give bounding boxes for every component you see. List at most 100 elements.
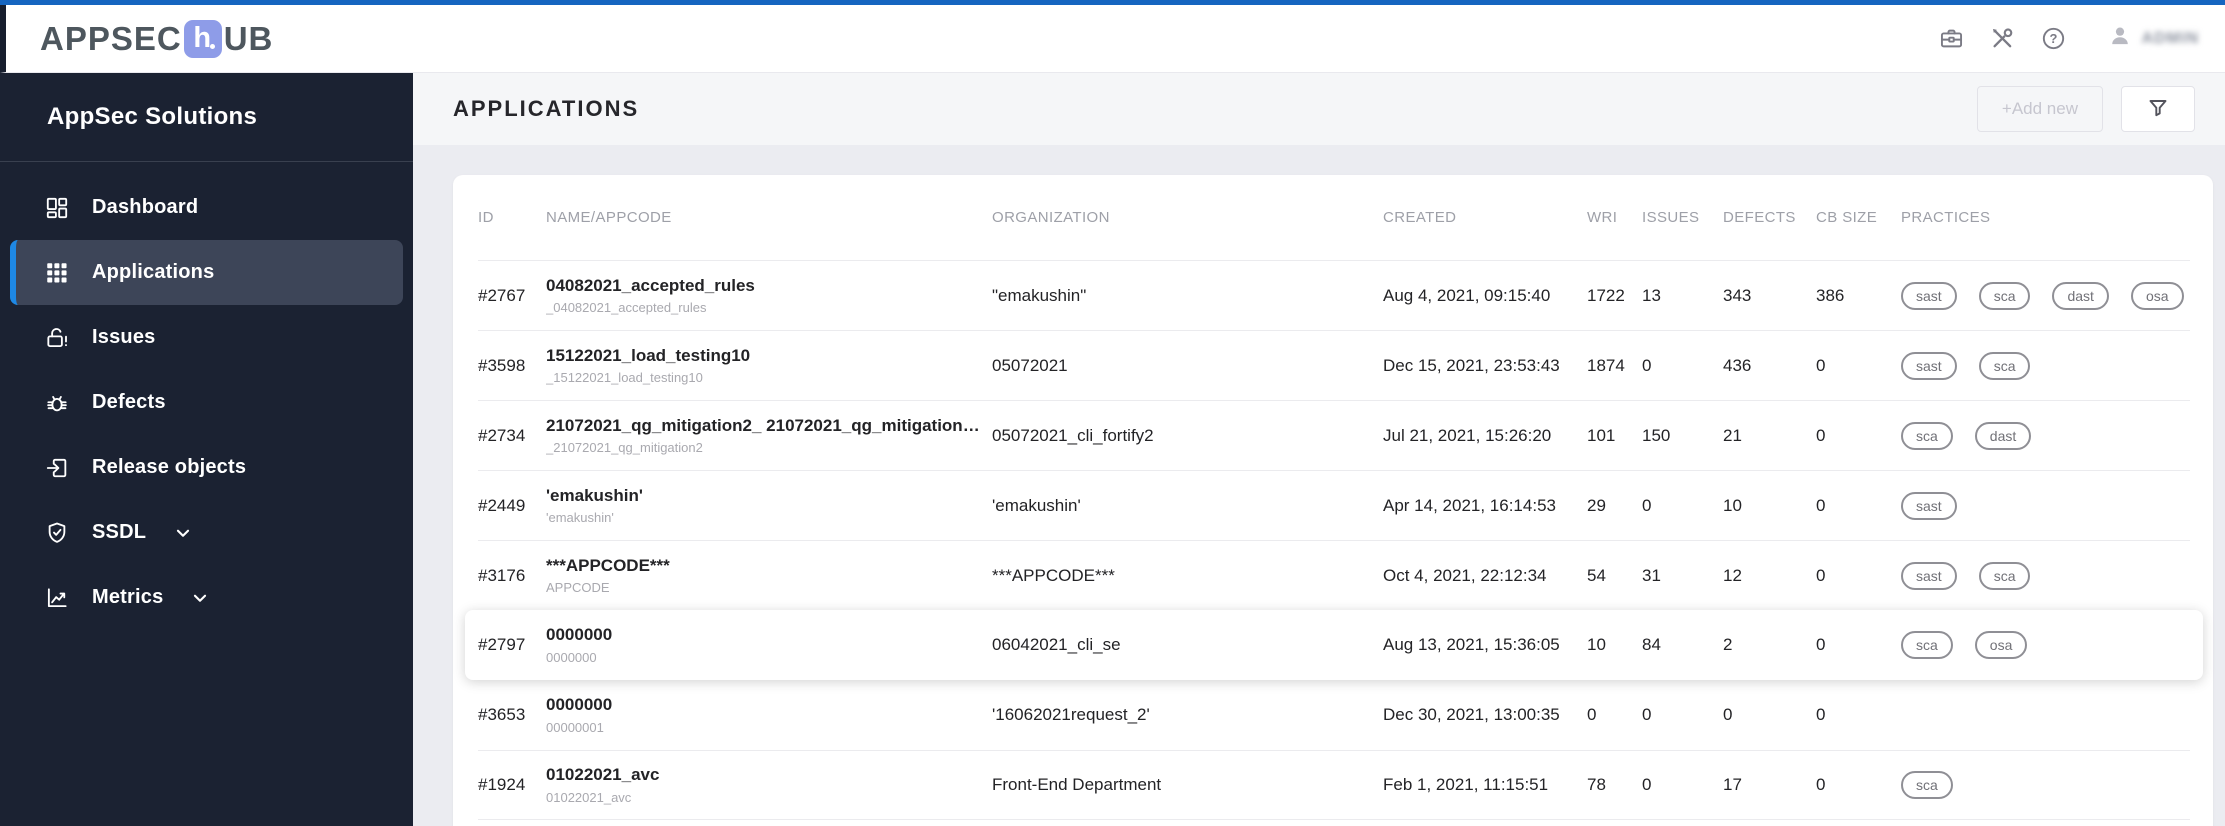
help-icon[interactable]: ? bbox=[2040, 25, 2067, 52]
exit-to-app-icon bbox=[44, 455, 70, 481]
shield-check-icon bbox=[44, 520, 70, 546]
tools-icon[interactable] bbox=[1989, 25, 2016, 52]
filter-button[interactable] bbox=[2121, 86, 2195, 132]
sidebar-item-applications[interactable]: Applications bbox=[10, 240, 403, 305]
column-header-issues: ISSUES bbox=[1642, 209, 1700, 226]
sidebar-item-ssdl[interactable]: SSDL bbox=[10, 500, 403, 565]
cell-issues: 0 bbox=[1642, 495, 1652, 515]
cell-name-appcode: 21072021_qg_mitigation2_ 21072021_qg_mit… bbox=[546, 416, 992, 456]
table-row[interactable]: #3598 15122021_load_testing10 _15122021_… bbox=[478, 330, 2190, 400]
add-new-button[interactable]: +Add new bbox=[1976, 86, 2103, 132]
table-row[interactable]: #2767 04082021_accepted_rules _04082021_… bbox=[478, 260, 2190, 330]
metrics-icon bbox=[44, 585, 70, 611]
cell-created: Aug 4, 2021, 09:15:40 bbox=[1383, 285, 1551, 305]
logo-h-badge: h bbox=[183, 19, 222, 58]
app-name: 'emakushin' bbox=[546, 485, 643, 505]
sidebar-item-metrics[interactable]: Metrics bbox=[10, 565, 403, 630]
topbar-icons: ? bbox=[1938, 25, 2067, 52]
cell-issues: 13 bbox=[1642, 285, 1661, 305]
cell-organization: 05072021_cli_fortify2 bbox=[992, 425, 1154, 445]
sidebar-item-release-objects[interactable]: Release objects bbox=[10, 435, 403, 500]
table-row[interactable]: #2797 0000000 0000000 06042021_cli_se Au… bbox=[465, 610, 2203, 680]
cell-name-appcode: 04082021_accepted_rules _04082021_accept… bbox=[546, 276, 992, 316]
cell-practices: sast bbox=[1901, 491, 2190, 520]
cell-name-appcode: 0000000 0000000 bbox=[546, 625, 992, 665]
column-header-organization: ORGANIZATION bbox=[992, 209, 1110, 226]
practice-chip-dast: dast bbox=[1974, 421, 2032, 450]
table-row[interactable]: #2734 21072021_qg_mitigation2_ 21072021_… bbox=[478, 400, 2190, 470]
column-header-wri: WRI bbox=[1587, 209, 1618, 226]
logo-h-letter: h bbox=[193, 22, 213, 54]
lock-open-icon bbox=[44, 325, 70, 351]
top-bar: APPSEC h UB ? ADMIN bbox=[0, 5, 2225, 73]
practice-chip-sast: sast bbox=[1901, 351, 1957, 380]
cell-id: #3653 bbox=[478, 705, 526, 724]
practice-chip-sca: sca bbox=[1978, 561, 2031, 590]
sidebar-item-issues[interactable]: Issues bbox=[10, 305, 403, 370]
table-row[interactable]: #3653 0000000 00000001 '16062021request_… bbox=[478, 680, 2190, 750]
app-code: 'emakushin' bbox=[546, 510, 614, 526]
app-code: _21072021_qg_mitigation2 bbox=[546, 440, 703, 456]
cell-id: #2797 bbox=[478, 635, 526, 654]
page-title: APPLICATIONS bbox=[453, 96, 640, 121]
app-code: _15122021_load_testing10 bbox=[546, 370, 703, 386]
column-header-defects: DEFECTS bbox=[1723, 209, 1796, 226]
sidebar-item-defects[interactable]: Defects bbox=[10, 370, 403, 435]
cell-issues: 0 bbox=[1642, 775, 1652, 794]
practice-chip-osa: osa bbox=[1974, 631, 2028, 659]
cell-wri: 0 bbox=[1587, 705, 1597, 724]
cell-defects: 343 bbox=[1723, 285, 1752, 305]
table-header-row: ID NAME/APPCODE ORGANIZATION CREATED WRI ISSU… bbox=[478, 175, 2190, 260]
user-menu[interactable]: ADMIN bbox=[2107, 23, 2199, 54]
app-name: 0000000 bbox=[546, 625, 613, 645]
cell-defects: 21 bbox=[1723, 425, 1742, 445]
sidebar: AppSec Solutions Dashboard Applications … bbox=[0, 73, 413, 826]
app-name: 0000000 bbox=[546, 695, 613, 715]
cell-name-appcode: 0000000 00000001 bbox=[546, 695, 992, 735]
practice-chip-sca: sca bbox=[1901, 771, 1953, 799]
cell-id: #1924 bbox=[478, 775, 526, 794]
practice-chip-sast: sast bbox=[1901, 281, 1957, 310]
cell-created: Oct 4, 2021, 22:12:34 bbox=[1383, 565, 1547, 585]
cell-wri: 29 bbox=[1587, 495, 1606, 515]
cell-wri: 10 bbox=[1587, 635, 1606, 654]
cell-issues: 150 bbox=[1642, 425, 1671, 445]
cell-organization: "emakushin" bbox=[992, 285, 1087, 305]
cell-cb-size: 0 bbox=[1816, 775, 1826, 794]
cell-created: Dec 15, 2021, 23:53:43 bbox=[1383, 355, 1560, 375]
person-icon bbox=[2107, 23, 2133, 54]
cell-wri: 101 bbox=[1587, 425, 1616, 445]
table-row[interactable]: #2449 'emakushin' 'emakushin' 'emakushin… bbox=[478, 470, 2190, 540]
cell-wri: 78 bbox=[1587, 775, 1606, 794]
cell-defects: 0 bbox=[1723, 705, 1733, 724]
cell-organization: Front-End Department bbox=[992, 775, 1162, 794]
table-row[interactable]: #1924 01022021_avc 01022021_avc Front-En… bbox=[478, 750, 2190, 820]
app-name: 21072021_qg_mitigation2_ 21072021_qg_mit… bbox=[546, 415, 980, 435]
practice-chip-osa: osa bbox=[2130, 281, 2184, 310]
app-code: 0000000 bbox=[546, 649, 597, 665]
column-header-name-appcode: NAME/APPCODE bbox=[546, 209, 672, 226]
briefcase-icon[interactable] bbox=[1938, 25, 1965, 52]
dashboard-icon bbox=[44, 195, 70, 221]
practice-chip-dast: dast bbox=[2052, 281, 2109, 310]
cell-created: Apr 14, 2021, 16:14:53 bbox=[1383, 495, 1556, 515]
cell-id: #3598 bbox=[478, 355, 526, 375]
sidebar-item-dashboard[interactable]: Dashboard bbox=[10, 175, 403, 240]
cell-wri: 1874 bbox=[1587, 355, 1625, 375]
cell-organization: ***APPCODE*** bbox=[992, 565, 1115, 585]
cell-id: #2734 bbox=[478, 425, 526, 445]
practice-chip-sca: sca bbox=[1901, 631, 1953, 659]
logo-text-prefix: APPSEC bbox=[40, 19, 182, 57]
cell-cb-size: 0 bbox=[1816, 565, 1826, 585]
cell-issues: 84 bbox=[1642, 635, 1661, 654]
cell-practices: sast sca bbox=[1901, 561, 2190, 590]
table-body: #2767 04082021_accepted_rules _04082021_… bbox=[465, 260, 2203, 820]
cell-practices: sast sca bbox=[1901, 351, 2190, 380]
cell-issues: 0 bbox=[1642, 355, 1652, 375]
table-row[interactable]: #3176 ***APPCODE*** APPCODE ***APPCODE**… bbox=[478, 540, 2190, 610]
cell-organization: '16062021request_2' bbox=[992, 705, 1150, 724]
cell-name-appcode: 15122021_load_testing10 _15122021_load_t… bbox=[546, 346, 992, 386]
cell-issues: 31 bbox=[1642, 565, 1661, 585]
app-logo[interactable]: APPSEC h UB bbox=[40, 19, 273, 58]
page-header: APPLICATIONS +Add new bbox=[413, 73, 2225, 145]
